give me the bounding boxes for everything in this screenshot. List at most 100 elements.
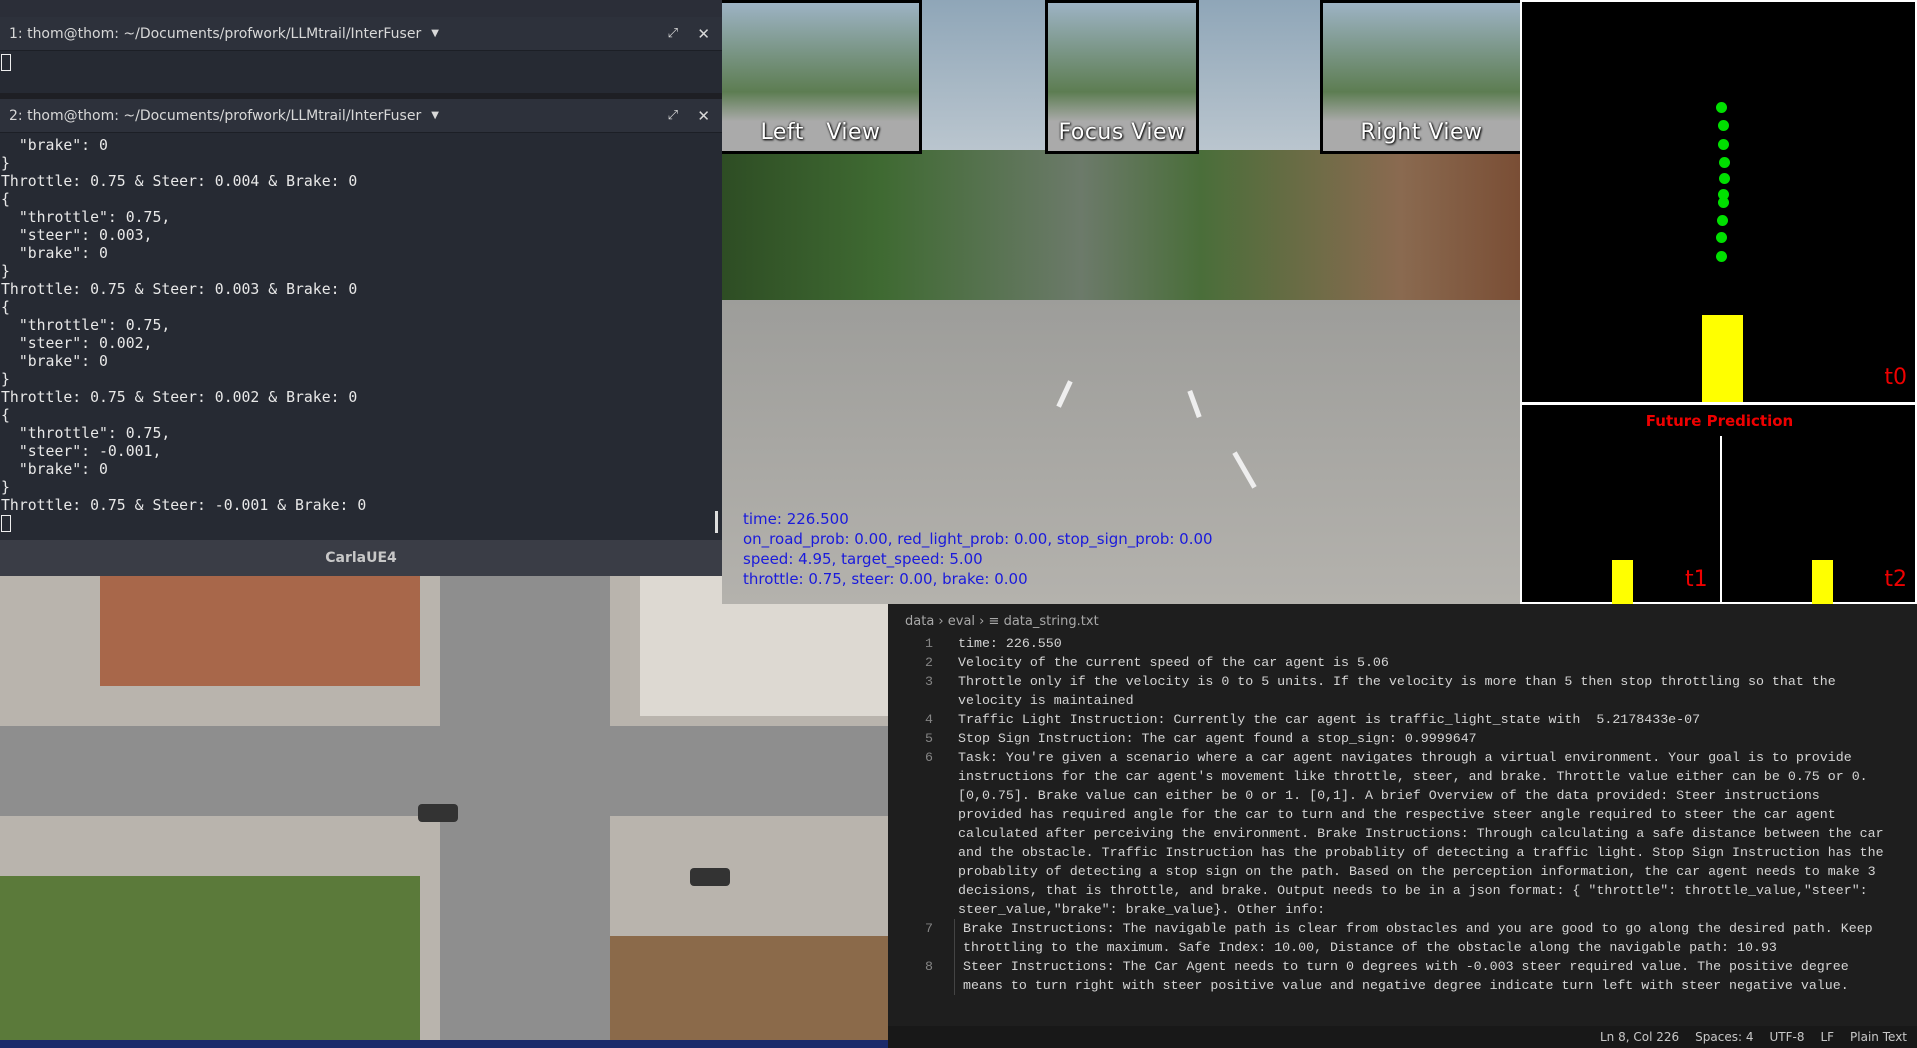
- left-view-label: Left View: [760, 120, 881, 145]
- line-number: 5: [925, 731, 933, 746]
- terminal-line: {: [1, 299, 10, 316]
- line-number: 4: [925, 712, 933, 727]
- line-number: 3: [925, 674, 933, 689]
- taskbar-strip: [0, 1040, 888, 1048]
- file-icon: ≡: [988, 614, 1000, 629]
- terminal-pane-1-title: 1: thom@thom: ~/Documents/profwork/LLMtr…: [9, 25, 422, 42]
- waypoint-dot: [1716, 232, 1727, 243]
- close-icon[interactable]: ✕: [697, 107, 710, 125]
- waypoint-dot: [1716, 102, 1727, 113]
- dropdown-icon[interactable]: ▼: [431, 28, 439, 39]
- left-view-inset: Left View: [722, 0, 922, 154]
- overlay-controls: throttle: 0.75, steer: 0.00, brake: 0.00: [743, 570, 1028, 588]
- terminal-line: "steer": 0.003,: [1, 227, 153, 244]
- terminal-line: {: [1, 407, 10, 424]
- editor-line[interactable]: 1 time: 226.550: [888, 634, 1898, 653]
- terminal-line: "steer": -0.001,: [1, 443, 162, 460]
- line-text: Task: You're given a scenario where a ca…: [958, 750, 1892, 917]
- encoding[interactable]: UTF-8: [1769, 1030, 1804, 1044]
- line-text: Throttle only if the velocity is 0 to 5 …: [958, 674, 1844, 708]
- breadcrumb-file[interactable]: data_string.txt: [1004, 614, 1099, 629]
- terminal-line: }: [1, 263, 10, 280]
- breadcrumb-data[interactable]: data: [905, 614, 934, 629]
- line-text: Velocity of the current speed of the car…: [958, 655, 1389, 670]
- indentation[interactable]: Spaces: 4: [1695, 1030, 1753, 1044]
- terminal-pane-2-title: 2: thom@thom: ~/Documents/profwork/LLMtr…: [9, 107, 422, 124]
- car: [690, 868, 730, 886]
- terminal-line: "throttle": 0.75,: [1, 425, 171, 442]
- terminal-line: Throttle: 0.75 & Steer: 0.004 & Brake: 0: [1, 173, 358, 190]
- waypoint-dot: [1718, 197, 1729, 208]
- terminal-line: Throttle: 0.75 & Steer: 0.003 & Brake: 0: [1, 281, 358, 298]
- line-ending[interactable]: LF: [1820, 1030, 1834, 1044]
- t1-label: t1: [1685, 567, 1708, 592]
- terminal-line: Throttle: 0.75 & Steer: -0.001 & Brake: …: [1, 497, 367, 514]
- building: [100, 576, 420, 686]
- cursor-position[interactable]: Ln 8, Col 226: [1600, 1030, 1679, 1044]
- text-editor[interactable]: data › eval › ≡ data_string.txt 1 time: 2…: [888, 604, 1917, 1048]
- scrollbar[interactable]: [715, 511, 718, 533]
- terminal-line: "throttle": 0.75,: [1, 209, 171, 226]
- future-prediction-title: Future Prediction: [1645, 412, 1794, 430]
- t2-vehicle-box: [1812, 560, 1833, 604]
- carla-window-title: CarlaUE4: [0, 540, 722, 576]
- terminal-cursor: [1, 515, 11, 532]
- status-bar: Ln 8, Col 226 Spaces: 4 UTF-8 LF Plain T…: [888, 1026, 1917, 1048]
- t1-vehicle-box: [1612, 560, 1633, 604]
- editor-line[interactable]: 2 Velocity of the current speed of the ca…: [888, 653, 1898, 672]
- terminal-pane-1-header[interactable]: 1: thom@thom: ~/Documents/profwork/LLMtr…: [0, 17, 722, 51]
- line-text: time: 226.550: [958, 636, 1062, 651]
- line-number: 8: [925, 959, 933, 974]
- terminal-pane-2[interactable]: "brake": 0} Throttle: 0.75 & Steer: 0.004…: [0, 133, 722, 540]
- editor-line[interactable]: 8 Steer Instructions: The Car Agent needs…: [888, 957, 1898, 995]
- editor-content[interactable]: 1 time: 226.550 2 Velocity of the current s…: [888, 634, 1898, 995]
- editor-line[interactable]: 7 Brake Instructions: The navigable path …: [888, 919, 1898, 957]
- terminal-output: "brake": 0} Throttle: 0.75 & Steer: 0.004…: [0, 137, 722, 533]
- terminal-line: "brake": 0: [1, 461, 108, 478]
- prediction-panel: t0 Future Prediction t1 t2: [1520, 0, 1917, 606]
- maximize-icon[interactable]: ⤢: [668, 108, 678, 123]
- terminal-line: }: [1, 371, 10, 388]
- terminal-cursor: [1, 54, 11, 71]
- terminal-pane-2-header[interactable]: 2: thom@thom: ~/Documents/profwork/LLMtr…: [0, 99, 722, 133]
- maximize-icon[interactable]: ⤢: [668, 26, 678, 41]
- terminal-line: {: [1, 191, 10, 208]
- breadcrumb: data › eval › ≡ data_string.txt: [905, 614, 1099, 629]
- close-icon[interactable]: ✕: [697, 25, 710, 43]
- editor-line[interactable]: 3 Throttle only if the velocity is 0 to 5…: [888, 672, 1898, 710]
- terminal-line: }: [1, 155, 10, 172]
- ego-vehicle-box: [1702, 315, 1743, 403]
- terminal-line: "brake": 0: [1, 137, 108, 154]
- waypoint-dot: [1716, 251, 1727, 262]
- line-text: Stop Sign Instruction: The car agent fou…: [958, 731, 1477, 746]
- terminal-pane-1[interactable]: [0, 51, 722, 93]
- terminal-line: "brake": 0: [1, 245, 108, 262]
- line-number: 1: [925, 636, 933, 651]
- line-text: Brake Instructions: The navigable path i…: [954, 919, 1884, 957]
- terminal-line: Throttle: 0.75 & Steer: 0.002 & Brake: 0: [1, 389, 358, 406]
- waypoint-dot: [1718, 120, 1729, 131]
- waypoint-dot: [1719, 157, 1730, 168]
- top-down-map-view: [0, 576, 888, 1040]
- terminal-line: "brake": 0: [1, 353, 108, 370]
- language-mode[interactable]: Plain Text: [1850, 1030, 1907, 1044]
- overlay-speed: speed: 4.95, target_speed: 5.00: [743, 550, 983, 568]
- line-number: 7: [925, 921, 933, 936]
- road: [440, 576, 610, 1040]
- t0-label: t0: [1884, 365, 1907, 390]
- editor-line[interactable]: 5 Stop Sign Instruction: The car agent fo…: [888, 729, 1898, 748]
- breadcrumb-eval[interactable]: eval: [948, 614, 975, 629]
- divider: [1720, 436, 1722, 606]
- focus-view-inset: Focus View: [1045, 0, 1199, 154]
- right-view-inset: Right View: [1320, 0, 1520, 154]
- vegetation: [0, 876, 420, 1040]
- dropdown-icon[interactable]: ▼: [431, 110, 439, 121]
- terminal-line: }: [1, 479, 10, 496]
- terminal-line: "throttle": 0.75,: [1, 317, 171, 334]
- editor-line[interactable]: 4 Traffic Light Instruction: Currently th…: [888, 710, 1898, 729]
- top-bar: [0, 0, 722, 17]
- editor-line[interactable]: 6 Task: You're given a scenario where a c…: [888, 748, 1898, 919]
- t2-label: t2: [1884, 567, 1907, 592]
- waypoint-dot: [1719, 173, 1730, 184]
- right-view-label: Right View: [1360, 120, 1483, 145]
